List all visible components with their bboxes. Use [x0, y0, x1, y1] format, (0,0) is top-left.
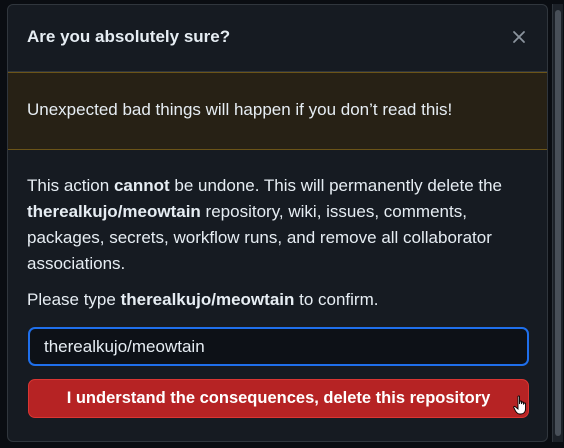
delete-repository-button[interactable]: I understand the consequences, delete th…: [28, 379, 529, 418]
dialog-description: This action cannot be undone. This will …: [27, 173, 532, 277]
dialog-header: Are you absolutely sure?: [8, 5, 547, 72]
confirm-repo-name: therealkujo/meowtain: [120, 290, 295, 309]
warning-banner: Unexpected bad things will happen if you…: [8, 72, 547, 150]
close-button[interactable]: [507, 25, 531, 49]
confirm-prefix: Please type: [27, 290, 121, 309]
delete-repository-dialog: Are you absolutely sure? Unexpected bad …: [7, 4, 548, 442]
scrollbar-thumb[interactable]: [555, 10, 561, 436]
confirm-repo-input[interactable]: [28, 327, 529, 366]
confirm-suffix: to confirm.: [294, 290, 379, 309]
close-icon: [513, 31, 525, 43]
warning-text: Unexpected bad things will happen if you…: [27, 100, 453, 119]
hand-pointer-cursor-icon: [513, 395, 526, 415]
description-emphasis: cannot: [113, 176, 170, 195]
scrollbar[interactable]: [552, 4, 563, 442]
repo-name: therealkujo/meowtain: [27, 202, 201, 221]
description-part: be undone. This will permanently delete …: [169, 176, 503, 195]
dialog-title: Are you absolutely sure?: [27, 27, 231, 46]
description-part: This action: [27, 176, 114, 195]
confirm-label: Please type therealkujo/meowtain to conf…: [27, 290, 378, 310]
